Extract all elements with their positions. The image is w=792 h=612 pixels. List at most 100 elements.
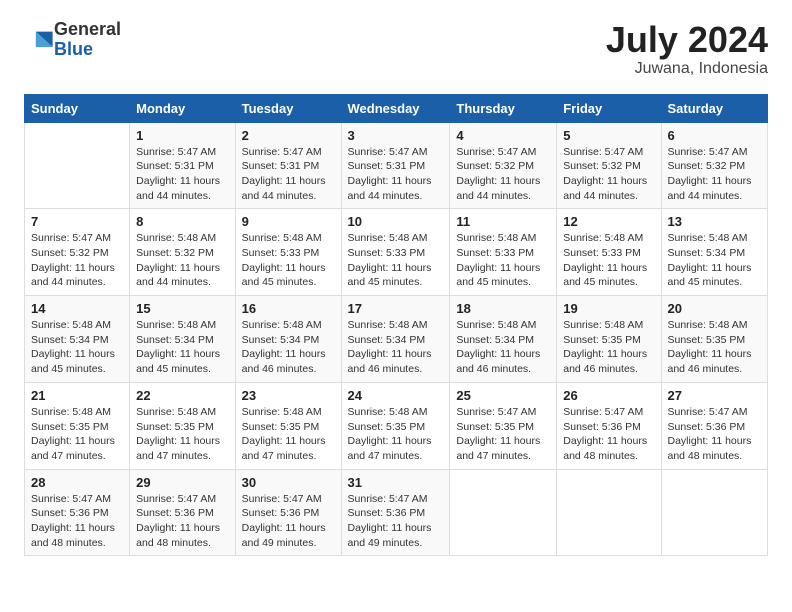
day-number: 6 [668, 128, 762, 143]
day-number: 19 [563, 301, 654, 316]
day-info: Sunrise: 5:48 AMSunset: 5:32 PMDaylight:… [136, 231, 228, 290]
day-number: 18 [456, 301, 550, 316]
day-number: 26 [563, 388, 654, 403]
header-cell-friday: Friday [557, 94, 661, 122]
day-info: Sunrise: 5:47 AMSunset: 5:36 PMDaylight:… [348, 492, 444, 551]
calendar-table: SundayMondayTuesdayWednesdayThursdayFrid… [24, 94, 768, 557]
calendar-cell: 28 Sunrise: 5:47 AMSunset: 5:36 PMDayligh… [25, 469, 130, 556]
logo-icon [26, 26, 54, 54]
day-info: Sunrise: 5:47 AMSunset: 5:32 PMDaylight:… [563, 145, 654, 204]
day-info: Sunrise: 5:48 AMSunset: 5:34 PMDaylight:… [668, 231, 762, 290]
day-number: 30 [242, 475, 335, 490]
logo-general-text: General [54, 20, 121, 40]
header-cell-monday: Monday [130, 94, 235, 122]
calendar-cell: 21 Sunrise: 5:48 AMSunset: 5:35 PMDayligh… [25, 382, 130, 469]
calendar-cell: 11 Sunrise: 5:48 AMSunset: 5:33 PMDayligh… [450, 209, 557, 296]
day-info: Sunrise: 5:47 AMSunset: 5:35 PMDaylight:… [456, 405, 550, 464]
day-number: 4 [456, 128, 550, 143]
day-number: 11 [456, 214, 550, 229]
calendar-cell: 15 Sunrise: 5:48 AMSunset: 5:34 PMDayligh… [130, 296, 235, 383]
day-number: 12 [563, 214, 654, 229]
header-cell-thursday: Thursday [450, 94, 557, 122]
day-number: 27 [668, 388, 762, 403]
day-info: Sunrise: 5:48 AMSunset: 5:35 PMDaylight:… [348, 405, 444, 464]
calendar-cell: 1Sunrise: 5:47 AMSunset: 5:31 PMDaylight… [130, 122, 235, 209]
day-number: 15 [136, 301, 228, 316]
day-number: 2 [242, 128, 335, 143]
calendar-cell: 19Sunrise: 5:48 AMSunset: 5:35 PMDayligh… [557, 296, 661, 383]
day-number: 7 [31, 214, 123, 229]
day-number: 22 [136, 388, 228, 403]
calendar-cell: 14 Sunrise: 5:48 AMSunset: 5:34 PMDayligh… [25, 296, 130, 383]
day-info: Sunrise: 5:47 AMSunset: 5:36 PMDaylight:… [136, 492, 228, 551]
day-number: 17 [348, 301, 444, 316]
day-info: Sunrise: 5:47 AMSunset: 5:32 PMDaylight:… [31, 231, 123, 290]
day-number: 14 [31, 301, 123, 316]
day-number: 1 [136, 128, 228, 143]
calendar-cell: 24 Sunrise: 5:48 AMSunset: 5:35 PMDayligh… [341, 382, 450, 469]
day-info: Sunrise: 5:48 AMSunset: 5:34 PMDaylight:… [31, 318, 123, 377]
day-number: 3 [348, 128, 444, 143]
day-number: 28 [31, 475, 123, 490]
day-info: Sunrise: 5:47 AMSunset: 5:36 PMDaylight:… [242, 492, 335, 551]
day-info: Sunrise: 5:48 AMSunset: 5:35 PMDaylight:… [242, 405, 335, 464]
calendar-cell: 30 Sunrise: 5:47 AMSunset: 5:36 PMDayligh… [235, 469, 341, 556]
day-info: Sunrise: 5:47 AMSunset: 5:31 PMDaylight:… [348, 145, 444, 204]
day-info: Sunrise: 5:47 AMSunset: 5:36 PMDaylight:… [563, 405, 654, 464]
day-info: Sunrise: 5:47 AMSunset: 5:31 PMDaylight:… [242, 145, 335, 204]
header-cell-tuesday: Tuesday [235, 94, 341, 122]
calendar-week-4: 21 Sunrise: 5:48 AMSunset: 5:35 PMDayligh… [25, 382, 768, 469]
day-info: Sunrise: 5:47 AMSunset: 5:36 PMDaylight:… [31, 492, 123, 551]
day-info: Sunrise: 5:48 AMSunset: 5:34 PMDaylight:… [242, 318, 335, 377]
day-number: 16 [242, 301, 335, 316]
day-info: Sunrise: 5:48 AMSunset: 5:34 PMDaylight:… [136, 318, 228, 377]
calendar-week-1: 1 Sunrise: 5:47 AMSunset: 5:31 PMDaylight… [25, 122, 768, 209]
day-info: Sunrise: 5:47 AMSunset: 5:32 PMDaylight:… [456, 145, 550, 204]
calendar-cell: 31Sunrise: 5:47 AMSunset: 5:36 PMDayligh… [341, 469, 450, 556]
day-info: Sunrise: 5:47 AMSunset: 5:36 PMDaylight:… [668, 405, 762, 464]
calendar-cell [450, 469, 557, 556]
calendar-body: 1 Sunrise: 5:47 AMSunset: 5:31 PMDaylight… [25, 122, 768, 556]
day-info: Sunrise: 5:48 AMSunset: 5:35 PMDaylight:… [31, 405, 123, 464]
logo: General Blue [24, 20, 121, 60]
calendar-cell: 2 Sunrise: 5:47 AMSunset: 5:31 PMDaylight… [235, 122, 341, 209]
calendar-cell: 9Sunrise: 5:48 AMSunset: 5:33 PMDaylight… [235, 209, 341, 296]
calendar-cell: 4 Sunrise: 5:47 AMSunset: 5:32 PMDaylight… [450, 122, 557, 209]
day-number: 13 [668, 214, 762, 229]
calendar-week-2: 7 Sunrise: 5:47 AMSunset: 5:32 PMDaylight… [25, 209, 768, 296]
calendar-cell: 16 Sunrise: 5:48 AMSunset: 5:34 PMDayligh… [235, 296, 341, 383]
calendar-cell: 17 Sunrise: 5:48 AMSunset: 5:34 PMDayligh… [341, 296, 450, 383]
logo-blue-text: Blue [54, 40, 121, 60]
calendar-cell: 23 Sunrise: 5:48 AMSunset: 5:35 PMDayligh… [235, 382, 341, 469]
day-number: 9 [242, 214, 335, 229]
calendar-cell: 8 Sunrise: 5:48 AMSunset: 5:32 PMDaylight… [130, 209, 235, 296]
calendar-cell: 5Sunrise: 5:47 AMSunset: 5:32 PMDaylight… [557, 122, 661, 209]
day-number: 21 [31, 388, 123, 403]
calendar-cell [557, 469, 661, 556]
day-number: 25 [456, 388, 550, 403]
day-info: Sunrise: 5:48 AMSunset: 5:33 PMDaylight:… [456, 231, 550, 290]
calendar-cell: 6 Sunrise: 5:47 AMSunset: 5:32 PMDaylight… [661, 122, 768, 209]
day-info: Sunrise: 5:47 AMSunset: 5:32 PMDaylight:… [668, 145, 762, 204]
day-info: Sunrise: 5:48 AMSunset: 5:35 PMDaylight:… [668, 318, 762, 377]
day-number: 29 [136, 475, 228, 490]
day-number: 8 [136, 214, 228, 229]
header-cell-saturday: Saturday [661, 94, 768, 122]
calendar-cell [25, 122, 130, 209]
day-info: Sunrise: 5:48 AMSunset: 5:34 PMDaylight:… [348, 318, 444, 377]
calendar-cell: 18 Sunrise: 5:48 AMSunset: 5:34 PMDayligh… [450, 296, 557, 383]
title-block: July 2024 Juwana, Indonesia [606, 20, 768, 78]
calendar-cell [661, 469, 768, 556]
calendar-week-5: 28 Sunrise: 5:47 AMSunset: 5:36 PMDayligh… [25, 469, 768, 556]
day-number: 10 [348, 214, 444, 229]
day-info: Sunrise: 5:48 AMSunset: 5:33 PMDaylight:… [563, 231, 654, 290]
day-number: 23 [242, 388, 335, 403]
calendar-header: SundayMondayTuesdayWednesdayThursdayFrid… [25, 94, 768, 122]
calendar-cell: 25 Sunrise: 5:47 AMSunset: 5:35 PMDayligh… [450, 382, 557, 469]
calendar-cell: 26 Sunrise: 5:47 AMSunset: 5:36 PMDayligh… [557, 382, 661, 469]
calendar-cell: 3 Sunrise: 5:47 AMSunset: 5:31 PMDaylight… [341, 122, 450, 209]
day-number: 24 [348, 388, 444, 403]
calendar-week-3: 14 Sunrise: 5:48 AMSunset: 5:34 PMDayligh… [25, 296, 768, 383]
day-info: Sunrise: 5:48 AMSunset: 5:34 PMDaylight:… [456, 318, 550, 377]
header-cell-wednesday: Wednesday [341, 94, 450, 122]
